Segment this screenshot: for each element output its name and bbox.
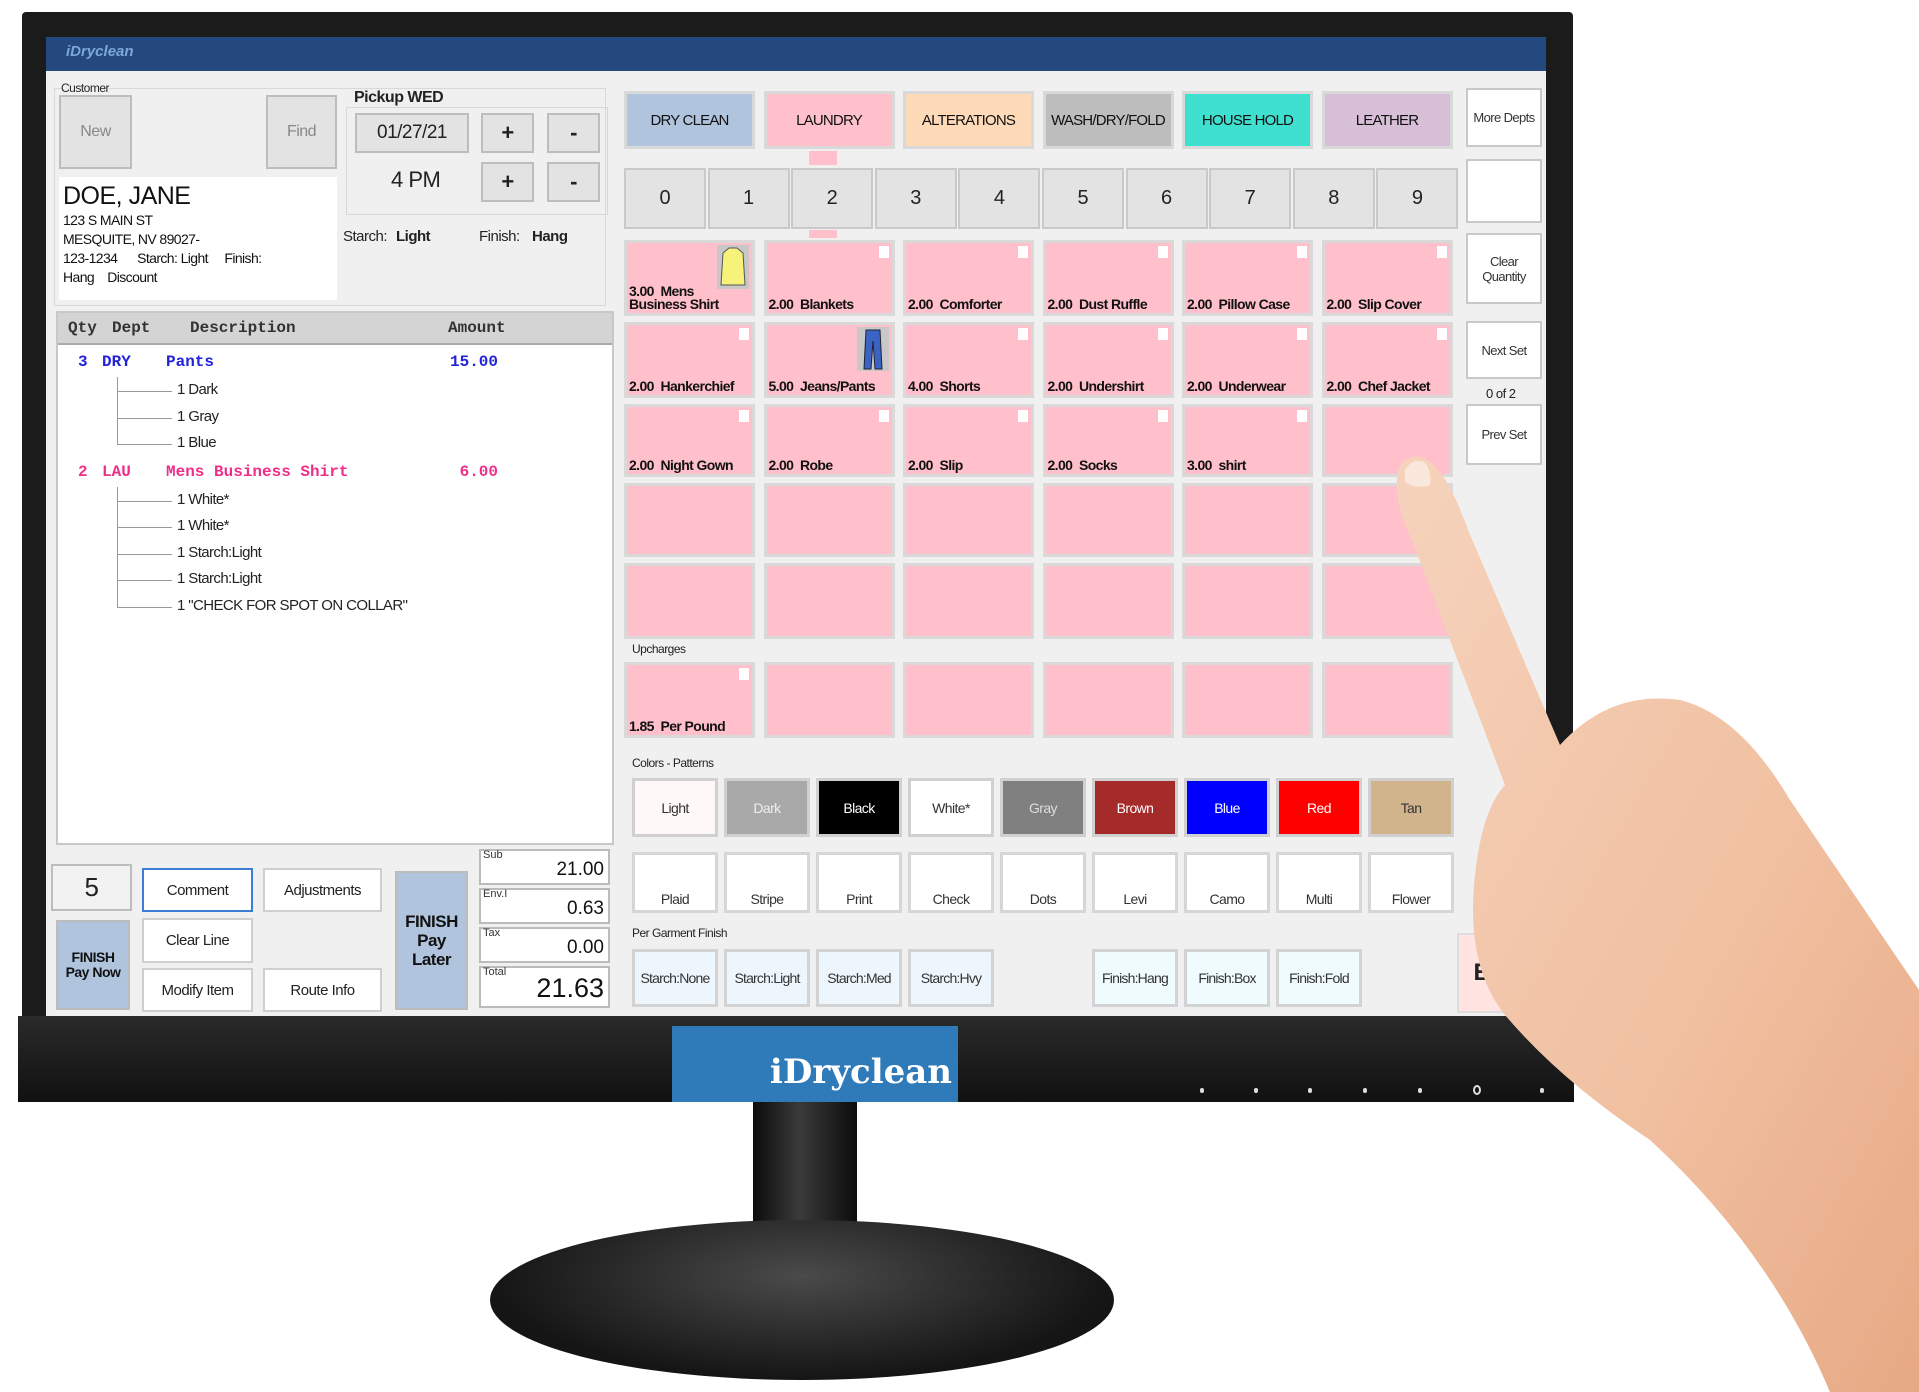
hand-pointing <box>1396 456 1919 1392</box>
hand-image <box>1396 456 1919 1392</box>
